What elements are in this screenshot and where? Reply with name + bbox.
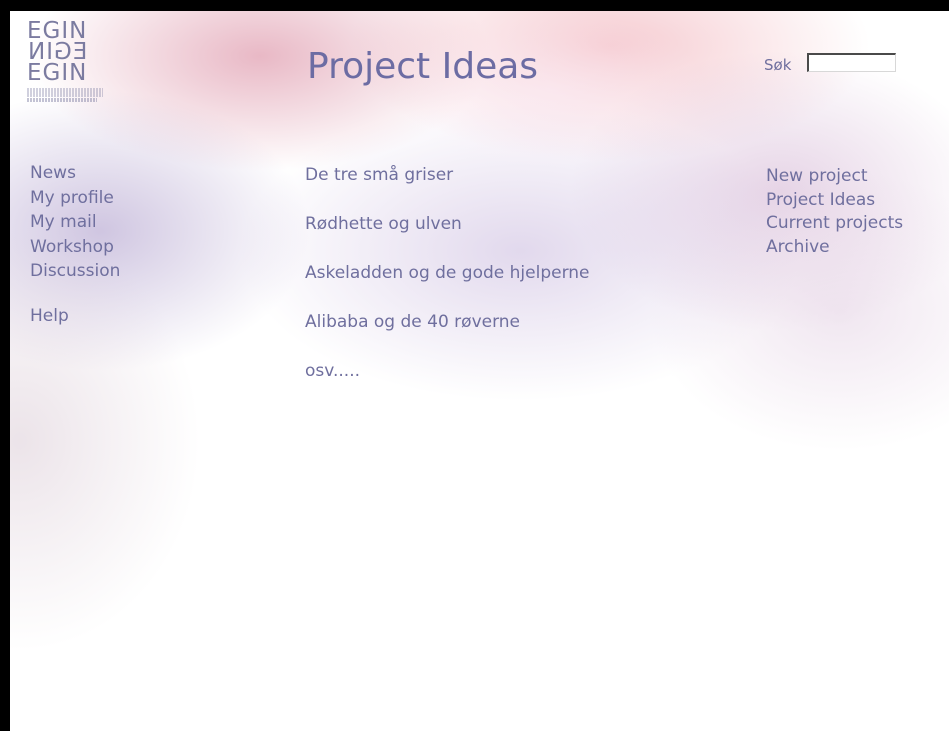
page-canvas: EGIN EGIN EGIN Project Ideas Søk News My… [10,11,949,731]
window-left-border [0,0,10,731]
nav-item-new-project[interactable]: New project [766,165,903,189]
nav-item-my-mail[interactable]: My mail [30,210,120,235]
search-label: Søk [764,56,792,74]
nav-item-workshop[interactable]: Workshop [30,235,120,260]
nav-item-news[interactable]: News [30,161,120,186]
window-top-border [0,0,949,11]
nav-item-discussion[interactable]: Discussion [30,259,120,284]
egin-logo[interactable]: EGIN EGIN EGIN [27,20,109,131]
more-ideas-text: osv..... [305,361,361,381]
nav-item-my-profile[interactable]: My profile [30,186,120,211]
nav-item-archive[interactable]: Archive [766,236,903,260]
project-ideas-list: De tre små griser Rødhette og ulven Aske… [305,163,590,383]
project-idea-link[interactable]: De tre små griser [305,163,590,212]
logo-line-mirrored: EGIN [27,39,88,65]
background-blob [390,11,710,171]
project-navigation: New project Project Ideas Current projec… [766,165,903,259]
logo-line-bottom: EGIN [27,60,88,86]
project-idea-link[interactable]: Askeladden og de gode hjelperne [305,261,590,310]
page-title: Project Ideas [307,46,539,87]
logo-tagline [27,88,103,97]
nav-item-help[interactable]: Help [30,304,120,329]
nav-item-current-projects[interactable]: Current projects [766,212,903,236]
project-idea-link[interactable]: Alibaba og de 40 røverne [305,310,590,359]
logo-tagline-second [27,98,97,102]
left-navigation: News My profile My mail Workshop Discuss… [30,161,120,328]
nav-item-project-ideas[interactable]: Project Ideas [766,189,903,213]
search-input[interactable] [807,53,896,72]
browser-frame: EGIN EGIN EGIN Project Ideas Søk News My… [0,0,949,731]
project-idea-link[interactable]: Rødhette og ulven [305,212,590,261]
